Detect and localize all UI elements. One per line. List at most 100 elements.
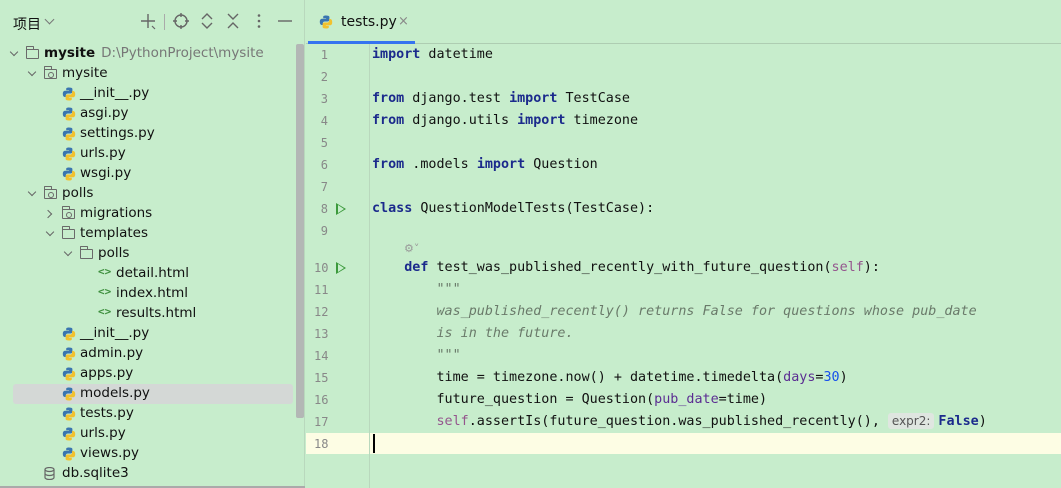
code-token: pub_date <box>654 392 719 407</box>
chevron-right-icon[interactable] <box>44 204 56 224</box>
project-title[interactable]: 项目 <box>13 14 41 34</box>
line-number: 9 <box>320 224 328 238</box>
chevron-down-icon[interactable] <box>26 184 38 204</box>
line-number-gutter: 1 2 3 4 5 6 7 8 9 10 11 12 13 14 15 16 17 18 <box>306 44 370 488</box>
python-file-icon <box>62 367 76 381</box>
package-folder-icon <box>44 66 57 79</box>
tree-item[interactable]: mysite <box>0 64 296 84</box>
code-token: .assertIs(future_question.was_published_… <box>468 414 880 429</box>
package-folder-icon <box>62 206 75 219</box>
tree-item-label: models.py <box>80 385 150 401</box>
line-number: 14 <box>314 349 329 363</box>
html-file-icon: <> <box>98 305 112 318</box>
tree-item-label: admin.py <box>80 345 144 361</box>
code-token: """ <box>436 282 461 297</box>
tree-item[interactable]: db.sqlite3 <box>0 464 296 484</box>
python-file-icon <box>62 327 76 341</box>
chevron-down-icon[interactable] <box>26 64 38 84</box>
code-token: import <box>372 47 421 62</box>
tree-item-label: urls.py <box>80 425 126 441</box>
tree-item[interactable]: urls.py <box>0 424 296 444</box>
code-line: future_question = Question(pub_date=time… <box>372 389 767 411</box>
code-token: def <box>404 260 429 275</box>
code-token: class <box>372 201 413 216</box>
chevron-down-icon[interactable] <box>44 224 56 244</box>
run-icon[interactable] <box>336 262 346 274</box>
run-icon[interactable] <box>336 203 346 215</box>
tree-item[interactable]: models.py <box>13 384 293 404</box>
line-number: 6 <box>320 158 328 172</box>
code-line: def test_was_published_recently_with_fut… <box>372 257 880 279</box>
tree-item[interactable]: asgi.py <box>0 104 296 124</box>
code-token: .models <box>404 157 477 172</box>
code-token: from <box>372 113 405 128</box>
tree-item[interactable]: views.py <box>0 444 296 464</box>
toolbar-divider <box>164 14 165 30</box>
tree-item-label: templates <box>80 225 148 241</box>
tree-item[interactable]: mysite D:\PythonProject\mysite <box>0 44 296 64</box>
python-file-icon <box>319 15 333 29</box>
tree-item-label: asgi.py <box>80 105 129 121</box>
code-line: time = timezone.now() + datetime.timedel… <box>372 367 847 389</box>
close-icon[interactable]: × <box>398 14 409 29</box>
add-icon[interactable] <box>138 12 158 32</box>
sidebar-scrollbar[interactable] <box>296 44 304 418</box>
inlay-hint: expr2: <box>887 413 935 429</box>
tree-item[interactable]: settings.py <box>0 124 296 144</box>
tree-item[interactable]: __init__.py <box>0 324 296 344</box>
chevron-down-icon[interactable] <box>8 44 20 64</box>
line-number: 8 <box>320 202 328 216</box>
python-file-icon <box>62 387 76 401</box>
python-file-icon <box>62 147 76 161</box>
code-token: self <box>436 414 469 429</box>
tree-item[interactable]: tests.py <box>0 404 296 424</box>
tree-item[interactable]: wsgi.py <box>0 164 296 184</box>
tree-item[interactable]: apps.py <box>0 364 296 384</box>
tree-item[interactable]: <> detail.html <box>0 264 296 284</box>
tree-item[interactable]: <> results.html <box>0 304 296 324</box>
folder-icon <box>62 226 75 239</box>
chevron-down-icon[interactable] <box>44 14 55 25</box>
tree-item[interactable]: admin.py <box>0 344 296 364</box>
line-number: 4 <box>320 114 328 128</box>
code-token: django.utils <box>404 113 518 128</box>
minimize-icon[interactable] <box>275 12 295 32</box>
line-number: 11 <box>314 283 329 297</box>
collapse-all-icon[interactable] <box>223 12 243 32</box>
code-editor: tests.py × 1 2 3 4 5 6 7 8 9 10 11 12 13 14 15 16 17 18 i… <box>306 0 1061 488</box>
tree-item[interactable]: templates <box>0 224 296 244</box>
locate-icon[interactable] <box>171 12 191 32</box>
tree-item[interactable]: __init__.py <box>0 84 296 104</box>
inlay-settings-icon[interactable]: ⚙˅ <box>404 242 419 255</box>
project-path: D:\PythonProject\mysite <box>101 45 264 61</box>
code-token: """ <box>436 348 461 363</box>
tree-item-label: detail.html <box>116 265 189 281</box>
tree-item[interactable]: polls <box>0 244 296 264</box>
code-line: """ <box>372 345 461 367</box>
line-number: 17 <box>314 415 329 429</box>
more-icon[interactable] <box>249 12 269 32</box>
code-token: False <box>938 414 979 429</box>
tree-item[interactable]: polls <box>0 184 296 204</box>
tree-item[interactable]: urls.py <box>0 144 296 164</box>
tree-item[interactable]: <> index.html <box>0 284 296 304</box>
chevron-down-icon[interactable] <box>62 244 74 264</box>
tree-item-label: __init__.py <box>80 325 150 341</box>
text-caret <box>373 434 375 453</box>
code-line: from .models import Question <box>372 154 598 176</box>
code-token: test_was_published_recently_with_future_… <box>428 260 832 275</box>
code-token: TestCase <box>557 91 630 106</box>
tree-item[interactable]: migrations <box>0 204 296 224</box>
code-token: =time) <box>718 392 768 407</box>
code-token: from <box>372 91 405 106</box>
tab-tests-py[interactable]: tests.py × <box>308 6 415 44</box>
tree-item-label: urls.py <box>80 145 126 161</box>
python-file-icon <box>62 107 76 121</box>
line-number: 16 <box>314 393 329 407</box>
tree-item-label: wsgi.py <box>80 165 132 181</box>
code-area[interactable]: import datetime from django.test import T… <box>372 44 1061 488</box>
expand-all-icon[interactable] <box>197 12 217 32</box>
